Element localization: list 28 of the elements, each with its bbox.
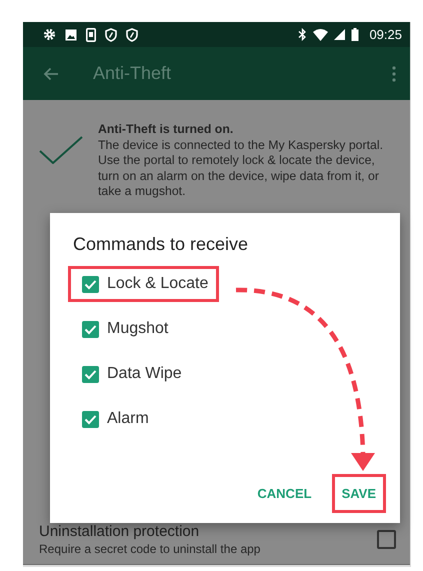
setting-subtitle: Require a secret code to uninstall the app [39,542,260,556]
wifi-icon [313,28,328,40]
checkbox-option[interactable]: Mugshot [68,311,180,347]
checkbox-option[interactable]: Data Wipe [68,356,193,392]
checkbox-icon[interactable] [82,320,99,338]
signal-icon [334,29,346,40]
dialog-title: Commands to receive [73,234,250,255]
back-arrow-icon[interactable] [43,66,59,80]
more-options-icon[interactable] [392,66,396,82]
image-icon [65,28,77,40]
setting-title: Uninstallation protection [39,523,200,540]
checkmark-icon [39,136,83,164]
battery-icon [351,28,360,41]
screen-title: Anti-Theft [93,63,172,84]
phone-icon [86,28,96,42]
checkbox-option[interactable]: Alarm [68,401,160,437]
highlighted-checkbox-option[interactable]: Lock & Locate [68,266,220,302]
bluetooth-icon [298,28,308,41]
status-title: Anti-Theft is turned on. [98,122,234,138]
status-description: The device is connected to the My Kaspersky portal. Use the portal to remotely lock & locate the device, turn on an alarm on the device, wipe data from it, or take a mugshot. [98,138,384,200]
checkbox-icon[interactable] [82,366,99,382]
checkbox-icon[interactable] [82,410,99,428]
checkbox[interactable] [377,530,396,549]
gear-icon [43,28,56,41]
shield-icon [105,28,117,42]
shield-icon [126,28,138,42]
clock-time: 09:25 [369,27,402,42]
checkbox-icon[interactable] [82,276,99,292]
